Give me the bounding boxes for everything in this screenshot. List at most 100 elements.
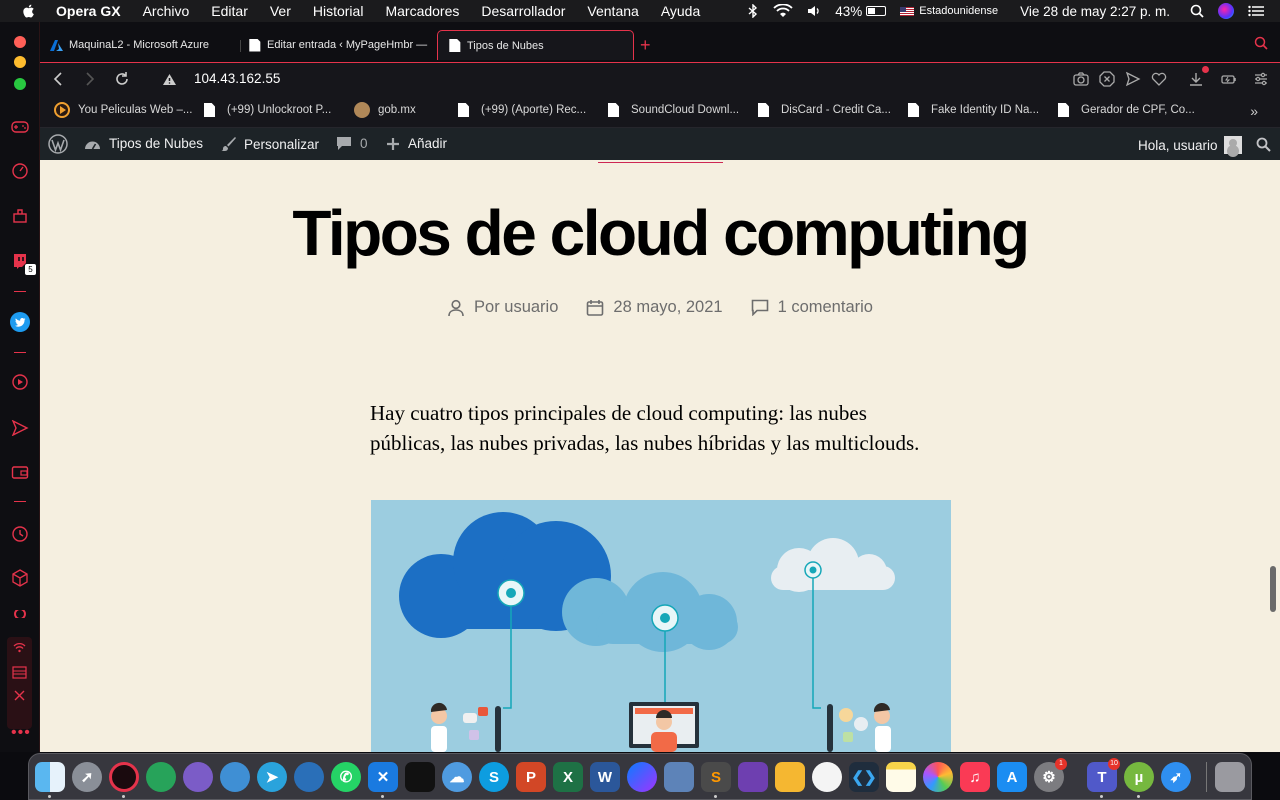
clock[interactable]: Vie 28 de may 2:27 p. m.: [1020, 4, 1170, 19]
forward-button[interactable]: [81, 70, 99, 88]
twitter-icon[interactable]: [8, 310, 32, 334]
battery-saver-icon[interactable]: [1221, 71, 1237, 87]
telegram-icon[interactable]: ➤: [257, 762, 287, 792]
wp-search-icon[interactable]: [1256, 137, 1271, 152]
vscode-icon[interactable]: ❮❯: [849, 762, 879, 792]
control-center-icon[interactable]: [1248, 4, 1266, 18]
bookmark-item[interactable]: Gerador de CPF, Co...: [1058, 102, 1195, 118]
window-zoom-button[interactable]: [14, 78, 26, 90]
menu-ventana[interactable]: Ventana: [587, 3, 638, 19]
wallet-icon[interactable]: [8, 460, 32, 484]
bookmark-heart-icon[interactable]: [1151, 71, 1167, 87]
reload-button[interactable]: [113, 70, 131, 88]
history-clock-icon[interactable]: [8, 522, 32, 546]
menu-archivo[interactable]: Archivo: [143, 3, 190, 19]
wp-customize-link[interactable]: Personalizar: [220, 136, 319, 152]
yellow-app-icon[interactable]: [775, 762, 805, 792]
github-desktop-icon[interactable]: [738, 762, 768, 792]
wifi-icon[interactable]: [773, 4, 793, 18]
xcode-icon[interactable]: ✕: [368, 762, 398, 792]
gx-gamepad-icon[interactable]: [8, 115, 32, 139]
word-icon[interactable]: W: [590, 762, 620, 792]
not-secure-warning-icon[interactable]: [160, 70, 178, 88]
skype-icon[interactable]: S: [479, 762, 509, 792]
sublime-text-icon[interactable]: S: [701, 762, 731, 792]
bookmark-item[interactable]: gob.mx: [354, 102, 416, 118]
cloud-drive-app-icon[interactable]: [294, 762, 324, 792]
powerpoint-icon[interactable]: P: [516, 762, 546, 792]
menu-historial[interactable]: Historial: [313, 3, 364, 19]
cloud-app-icon[interactable]: ☁: [442, 762, 472, 792]
apple-logo-icon[interactable]: [20, 2, 38, 20]
messenger-icon[interactable]: [627, 762, 657, 792]
app-store-icon[interactable]: A: [997, 762, 1027, 792]
menu-ayuda[interactable]: Ayuda: [661, 3, 700, 19]
purple-app-icon[interactable]: [183, 762, 213, 792]
wp-comments-link[interactable]: 0: [336, 136, 368, 151]
launchpad-icon[interactable]: ➚: [72, 762, 102, 792]
tab-tipos-de-nubes[interactable]: Tipos de Nubes: [437, 30, 634, 60]
bookmark-item[interactable]: DisCard - Credit Ca...: [758, 102, 891, 118]
tab-search-icon[interactable]: [1254, 36, 1268, 50]
bookmark-item[interactable]: SoundCloud Downl...: [608, 102, 739, 118]
wordpress-logo-icon[interactable]: [48, 134, 68, 154]
gx-control-gauge-icon[interactable]: [8, 159, 32, 183]
mountain-app-icon[interactable]: [812, 762, 842, 792]
volume-icon[interactable]: [807, 5, 821, 17]
back-button[interactable]: [49, 70, 67, 88]
menu-app-name[interactable]: Opera GX: [56, 3, 121, 19]
photos-icon[interactable]: [923, 762, 953, 792]
new-tab-button[interactable]: +: [640, 35, 651, 56]
menu-ver[interactable]: Ver: [270, 3, 291, 19]
finder-icon[interactable]: [35, 762, 65, 792]
settings-gear-icon[interactable]: [8, 610, 32, 618]
bookmark-item[interactable]: (+99) Unlockroot P...: [204, 102, 331, 118]
preview-icon[interactable]: [664, 762, 694, 792]
menu-marcadores[interactable]: Marcadores: [385, 3, 459, 19]
tab-azure[interactable]: MaquinaL2 - Microsoft Azure: [40, 31, 238, 59]
siri-icon[interactable]: [1218, 3, 1234, 19]
wp-site-name-link[interactable]: Tipos de Nubes: [84, 136, 203, 151]
snapshot-camera-icon[interactable]: [1073, 71, 1089, 87]
easy-setup-icon[interactable]: [1253, 71, 1269, 87]
menu-desarrollador[interactable]: Desarrollador: [481, 3, 565, 19]
battery-status[interactable]: 43%: [835, 4, 887, 19]
calculator-blue-app-icon[interactable]: [220, 762, 250, 792]
bookmark-item[interactable]: You Peliculas Web –...: [54, 102, 192, 118]
gx-cleaner-icon[interactable]: [8, 204, 32, 228]
ad-blocker-icon[interactable]: [1099, 71, 1115, 87]
bookmark-item[interactable]: (+99) (Aporte) Rec...: [458, 102, 586, 118]
window-close-button[interactable]: [14, 36, 26, 48]
send-to-flow-icon[interactable]: [1125, 71, 1141, 87]
player-icon[interactable]: [8, 370, 32, 394]
opera-gx-icon[interactable]: [109, 762, 139, 792]
flow-send-icon[interactable]: [8, 416, 32, 440]
wp-account-menu[interactable]: Hola, usuario: [1138, 136, 1242, 154]
utorrent-icon[interactable]: µ: [1124, 762, 1154, 792]
post-date[interactable]: 28 mayo, 2021: [586, 298, 723, 317]
post-author[interactable]: Por usuario: [447, 298, 558, 317]
whatsapp-icon[interactable]: ✆: [331, 762, 361, 792]
safari-icon[interactable]: ➶: [1161, 762, 1191, 792]
url-field[interactable]: 104.43.162.55: [194, 71, 280, 86]
extensions-cube-icon[interactable]: [8, 566, 32, 590]
excel-icon[interactable]: X: [553, 762, 583, 792]
notes-icon[interactable]: [886, 762, 916, 792]
downloads-icon[interactable]: [1188, 71, 1204, 87]
sidebar-more-icon[interactable]: •••: [11, 724, 31, 742]
post-comments-link[interactable]: 1 comentario: [751, 298, 873, 317]
bluetooth-icon[interactable]: [747, 4, 759, 18]
music-icon[interactable]: ♫: [960, 762, 990, 792]
bookmarks-overflow-chevron-icon[interactable]: »: [1250, 103, 1258, 119]
green-app-icon[interactable]: [146, 762, 176, 792]
gx-network-limiter-panel[interactable]: [7, 637, 32, 729]
page-scrollbar-thumb[interactable]: [1270, 566, 1276, 612]
tab-editar-entrada[interactable]: Editar entrada ‹ MyPageHmbr —: [238, 31, 436, 59]
trash-icon[interactable]: [1215, 762, 1245, 792]
window-minimize-button[interactable]: [14, 56, 26, 68]
input-source[interactable]: Estadounidense: [900, 5, 998, 17]
wp-add-new-link[interactable]: Añadir: [386, 136, 447, 151]
menu-editar[interactable]: Editar: [211, 3, 248, 19]
bookmark-item[interactable]: Fake Identity ID Na...: [908, 102, 1039, 118]
dark-app-icon[interactable]: [405, 762, 435, 792]
